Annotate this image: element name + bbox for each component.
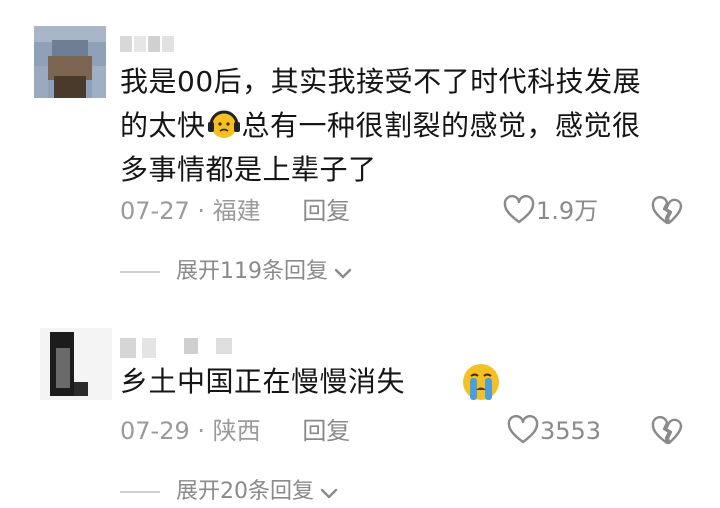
expand-replies-label: 展开20条回复 [176,479,314,504]
expand-replies-button[interactable]: 展开20条回复 [120,476,338,508]
reply-button[interactable]: 回复 [302,197,350,225]
divider [120,491,160,493]
comment-location: 陕西 [212,417,261,445]
like-button[interactable]: 1.9万 [502,194,598,228]
like-count: 1.9万 [536,197,599,225]
comment-text-line: 的太快 总有一种很割裂的感觉，感觉很 [120,104,641,148]
meta-separator: · [197,417,206,445]
expand-replies-button[interactable]: 展开119条回复 [120,256,352,288]
comment-text-fragment: 的太快 [120,109,206,142]
comment-date: 07-29 [120,417,190,445]
crying-emoji-icon [463,364,499,400]
meta-separator: · [197,197,206,225]
comment-date: 07-27 [120,197,190,225]
heart-icon [507,414,539,444]
broken-heart-icon[interactable] [650,416,684,446]
heart-icon [503,194,535,224]
comment-text: 我是00后，其实我接受不了时代科技发展 的太快 总有一种很割裂的感觉，感觉很 多… [120,60,641,192]
comment-text-line: 多事情都是上辈子了 [120,153,377,186]
comment-text-fragment: 总有一种很割裂的感觉，感觉很 [241,109,641,142]
comment-text-line: 我是00后，其实我接受不了时代科技发展 [120,65,642,98]
chevron-down-icon [334,268,352,279]
headphone-sad-emoji-icon [207,110,240,138]
divider [120,271,160,273]
comment-text-line: 乡土中国正在慢慢消失 [120,365,406,398]
chevron-down-icon [320,488,338,499]
reply-button[interactable]: 回复 [302,417,350,445]
like-button[interactable]: 3553 [506,414,601,448]
comment-meta: 07-27 · 福建 回复 [120,194,350,228]
username-blurred[interactable] [120,338,240,358]
like-count: 3553 [540,417,602,445]
avatar[interactable] [34,26,106,98]
comment-meta: 07-29 · 陕西 回复 [120,414,350,448]
comment-text: 乡土中国正在慢慢消失 [120,360,405,404]
username-blurred[interactable] [120,36,180,52]
broken-heart-icon[interactable] [650,196,684,226]
avatar[interactable] [40,328,112,400]
comment-location: 福建 [212,197,261,225]
expand-replies-label: 展开119条回复 [176,259,328,284]
